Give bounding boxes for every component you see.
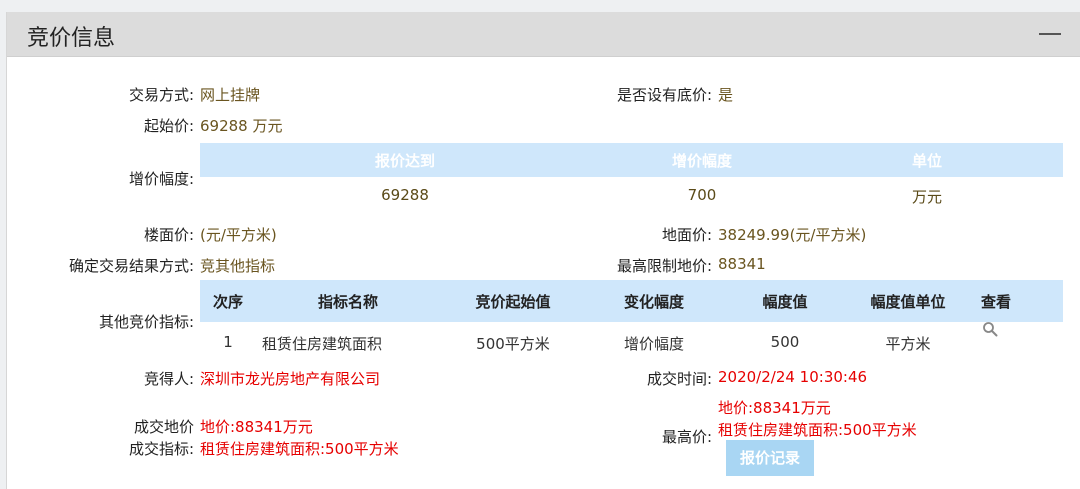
highest-price-line1: 地价:88341万元 [718,399,831,417]
start-price-value: 69288 万元 [200,117,283,135]
deal-index-label: 成交指标: [128,440,194,458]
deal-time-value: 2020/2/24 10:30:46 [718,368,868,386]
index-col-name: 指标名称 [317,293,378,311]
index-cell-change: 增价幅度 [623,335,684,353]
increment-col-step: 增价幅度 [671,152,732,170]
land-price-value: 38249.99(元/平方米) [718,226,867,244]
result-method-label: 确定交易结果方式: [68,257,194,275]
increment-col-reach: 报价达到 [374,152,435,170]
floor-price-value: (元/平方米) [200,226,277,244]
increment-col-unit: 单位 [911,152,942,170]
minus-icon[interactable] [1039,33,1061,35]
index-col-change: 变化幅度 [623,293,684,311]
deal-land-price-label: 成交地价 [133,418,194,436]
highest-price-label: 最高价: [661,428,712,446]
start-price-label: 起始价: [143,117,194,135]
increment-label: 增价幅度: [128,170,194,188]
index-col-order: 次序 [212,293,243,311]
index-cell-start: 500平方米 [476,335,550,353]
index-col-amount-unit: 幅度值单位 [870,293,946,311]
highest-price-line2: 租赁住房建筑面积:500平方米 [718,421,917,439]
trade-method-value: 网上挂牌 [200,86,261,104]
result-method-value: 竞其他指标 [200,257,276,275]
max-land-price-value: 88341 [718,255,766,273]
search-icon[interactable] [982,321,998,337]
winner-value: 深圳市龙光房地产有限公司 [200,370,381,388]
index-cell-name: 租赁住房建筑面积 [261,335,382,353]
panel-title: 竞价信息 [27,26,116,51]
panel-header: 竞价信息 [7,12,1080,57]
index-cell-amount-unit: 平方米 [885,335,931,353]
bid-record-button[interactable]: 报价记录 [726,440,814,476]
deal-index-value: 租赁住房建筑面积:500平方米 [200,440,399,458]
index-cell-amount: 500 [770,333,800,351]
deal-land-price-value: 地价:88341万元 [200,418,313,436]
floor-price-label: 楼面价: [143,226,194,244]
index-col-amount: 幅度值 [762,293,808,311]
increment-cell-step: 700 [687,186,717,204]
trade-method-label: 交易方式: [128,86,194,104]
increment-cell-unit: 万元 [911,188,942,206]
index-col-start: 竞价起始值 [475,293,551,311]
reserve-price-label: 是否设有底价: [616,86,712,104]
land-price-label: 地面价: [661,226,712,244]
index-col-view: 查看 [980,293,1011,311]
deal-time-label: 成交时间: [646,370,712,388]
winner-label: 竞得人: [143,370,194,388]
other-index-label: 其他竞价指标: [98,313,194,331]
max-land-price-label: 最高限制地价: [616,257,712,275]
increment-cell-reach: 69288 [381,186,429,204]
reserve-price-value: 是 [718,86,734,104]
